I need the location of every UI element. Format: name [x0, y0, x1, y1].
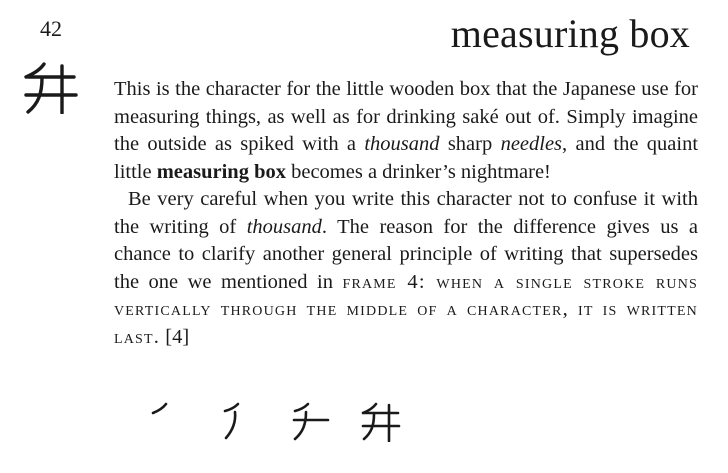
- paragraph-2-frame-reference: [4]: [160, 325, 190, 348]
- stroke-2-icon: [223, 402, 240, 440]
- explanation-text: This is the character for the little woo…: [114, 76, 698, 351]
- stroke-4-icon: [361, 402, 401, 442]
- paragraph-2-emphasis-thousand: thousand: [246, 215, 322, 238]
- paragraph-2: Be very careful when you write this char…: [114, 186, 698, 351]
- paragraph-1-text-2: sharp: [439, 133, 501, 155]
- keyword-title: measuring box: [450, 11, 690, 56]
- frame-number: 42: [40, 16, 62, 41]
- stroke-3-icon: [292, 402, 330, 441]
- paragraph-1-emphasis-needles: needles: [500, 133, 563, 155]
- paragraph-1-keyword-bold: measuring box: [156, 160, 286, 183]
- paragraph-1-text-4: becomes a drinker’s nightmare!: [285, 160, 551, 183]
- paragraph-1: This is the character for the little woo…: [114, 76, 698, 186]
- stroke-1-icon: [151, 402, 168, 415]
- stroke-order-diagram: [150, 400, 410, 450]
- paragraph-1-emphasis-thousand: thousand: [364, 133, 440, 155]
- kanji-masu-icon: [24, 62, 78, 114]
